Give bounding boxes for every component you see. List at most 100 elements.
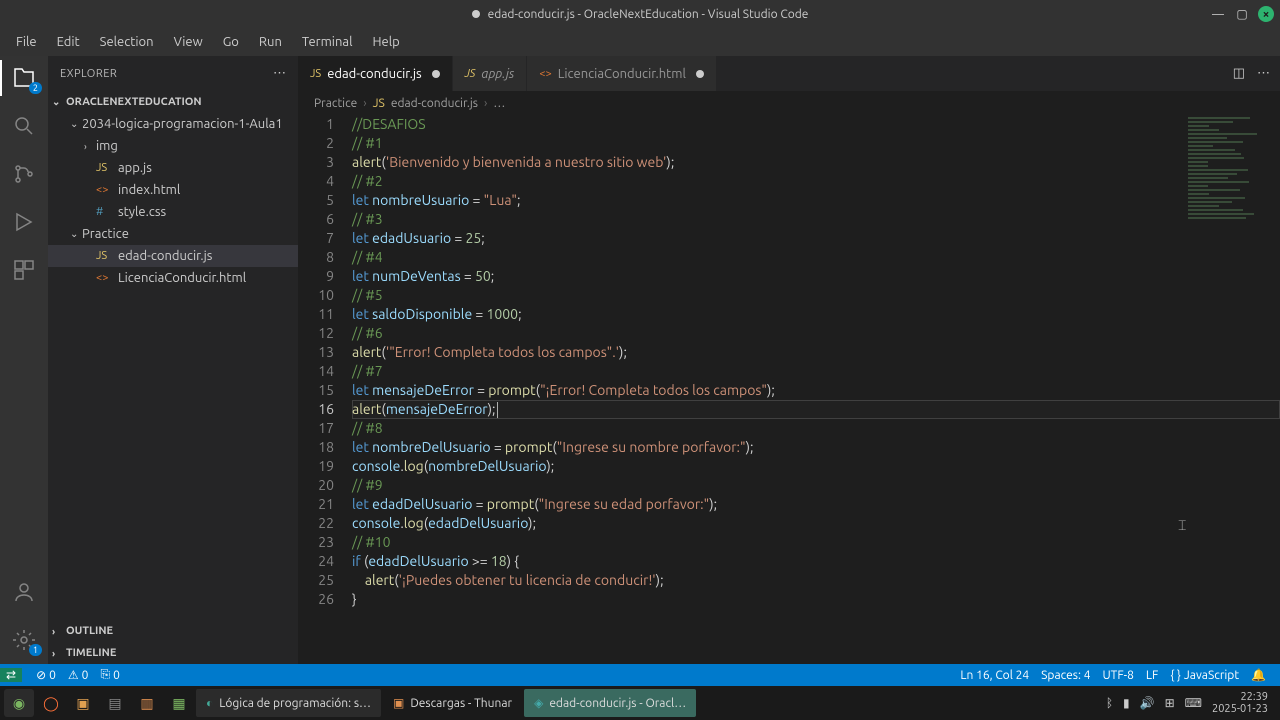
notifications-icon[interactable]: 🔔 xyxy=(1245,668,1272,682)
source-control-icon[interactable] xyxy=(10,160,38,188)
code-line[interactable]: // #5 xyxy=(352,286,1280,305)
network-icon[interactable]: ⊞ xyxy=(1165,696,1175,710)
ports-button[interactable]: ⎘ 0 xyxy=(94,668,125,682)
minimap[interactable] xyxy=(1180,115,1280,235)
indentation[interactable]: Spaces: 4 xyxy=(1035,669,1096,682)
tree-item[interactable]: ⌄Practice xyxy=(48,223,298,245)
menu-file[interactable]: File xyxy=(6,31,47,53)
code-line[interactable]: alert('¡Puedes obtener tu licencia de co… xyxy=(352,571,1280,590)
tree-item[interactable]: #style.css xyxy=(48,201,298,223)
eol[interactable]: LF xyxy=(1140,669,1164,682)
code-line[interactable]: } xyxy=(352,590,1280,609)
code-line[interactable]: console.log(edadDelUsuario); xyxy=(352,514,1280,533)
section-outline[interactable]: ›OUTLINE xyxy=(48,620,298,642)
editor-tab[interactable]: <>LicenciaConducir.html xyxy=(527,56,717,91)
taskbar-browser[interactable]: ◐Lógica de programación: s… xyxy=(196,689,381,717)
code-line[interactable]: // #6 xyxy=(352,324,1280,343)
files-icon[interactable]: ▣ xyxy=(68,689,98,717)
code-content[interactable]: //DESAFIOS// #1alert('Bienvenido y bienv… xyxy=(352,115,1280,664)
section-timeline[interactable]: ›TIMELINE xyxy=(48,642,298,664)
clock[interactable]: 22:39 2025-01-23 xyxy=(1212,691,1268,715)
file-tree: ⌄2034-logica-programacion-1-Aula1›imgJSa… xyxy=(48,113,298,620)
code-line[interactable]: console.log(nombreDelUsuario); xyxy=(352,457,1280,476)
explorer-icon[interactable]: 2 xyxy=(10,64,38,92)
tree-item[interactable]: ⌄2034-logica-programacion-1-Aula1 xyxy=(48,113,298,135)
code-line[interactable]: let numDeVentas = 50; xyxy=(352,267,1280,286)
code-line[interactable]: // #8 xyxy=(352,419,1280,438)
tree-item[interactable]: JSapp.js xyxy=(48,157,298,179)
breadcrumb-item[interactable]: edad-conducir.js xyxy=(391,97,478,110)
menu-edit[interactable]: Edit xyxy=(47,31,90,53)
language-mode[interactable]: { } JavaScript xyxy=(1164,669,1245,682)
breadcrumb-item[interactable]: … xyxy=(493,97,505,110)
code-line[interactable]: let saldoDisponible = 1000; xyxy=(352,305,1280,324)
js-icon: JS xyxy=(465,68,476,80)
minimize-button[interactable]: — xyxy=(1210,6,1226,22)
maximize-button[interactable]: ▢ xyxy=(1234,6,1250,22)
menu-go[interactable]: Go xyxy=(213,31,249,53)
terminal-icon[interactable]: ▤ xyxy=(100,689,130,717)
battery-icon[interactable]: ▮ xyxy=(1123,696,1130,710)
editor-tab[interactable]: JSedad-conducir.js xyxy=(298,56,453,91)
errors-button[interactable]: ⊘ 0 xyxy=(30,668,62,682)
code-line[interactable]: if (edadDelUsuario >= 18) { xyxy=(352,552,1280,571)
breadcrumb-item[interactable]: Practice xyxy=(314,97,357,110)
app-icon[interactable]: ▥ xyxy=(132,689,162,717)
keyboard-icon[interactable]: ⌨ xyxy=(1185,696,1202,710)
app-icon-2[interactable]: ▦ xyxy=(164,689,194,717)
project-root[interactable]: ⌄ ORACLENEXTEDUCATION xyxy=(48,91,298,113)
code-line[interactable]: alert('"Error! Completa todos los campos… xyxy=(352,343,1280,362)
tree-item[interactable]: JSedad-conducir.js xyxy=(48,245,298,267)
code-line[interactable]: // #4 xyxy=(352,248,1280,267)
tree-label: app.js xyxy=(118,161,152,175)
remote-button[interactable]: ⇄ xyxy=(0,668,22,682)
code-line[interactable]: let mensajeDeError = prompt("¡Error! Com… xyxy=(352,381,1280,400)
window-title: edad-conducir.js - OracleNextEducation -… xyxy=(488,8,809,21)
close-button[interactable]: × xyxy=(1258,6,1274,22)
code-line[interactable]: // #1 xyxy=(352,134,1280,153)
cursor-position[interactable]: Ln 16, Col 24 xyxy=(954,669,1035,682)
search-icon[interactable] xyxy=(10,112,38,140)
settings-icon[interactable]: 1 xyxy=(10,626,38,654)
menu-terminal[interactable]: Terminal xyxy=(292,31,363,53)
tree-item[interactable]: <>LicenciaConducir.html xyxy=(48,267,298,289)
code-line[interactable]: let nombreDelUsuario = prompt("Ingrese s… xyxy=(352,438,1280,457)
taskbar-files[interactable]: ▣Descargas - Thunar xyxy=(383,689,522,717)
warnings-button[interactable]: ⚠ 0 xyxy=(62,668,95,682)
volume-icon[interactable]: 🔊 xyxy=(1140,696,1155,710)
extensions-icon[interactable] xyxy=(10,256,38,284)
menu-selection[interactable]: Selection xyxy=(90,31,164,53)
modified-dot-icon xyxy=(472,10,480,18)
code-editor[interactable]: 1234567891011121314151617181920212223242… xyxy=(298,115,1280,664)
more-icon[interactable]: ⋯ xyxy=(1257,66,1270,81)
menu-run[interactable]: Run xyxy=(249,31,292,53)
code-line[interactable]: // #2 xyxy=(352,172,1280,191)
css-icon: # xyxy=(96,206,112,218)
code-line[interactable]: // #9 xyxy=(352,476,1280,495)
code-line[interactable]: alert('Bienvenido y bienvenida a nuestro… xyxy=(352,153,1280,172)
code-line[interactable]: let nombreUsuario = "Lua"; xyxy=(352,191,1280,210)
sidebar-more-icon[interactable]: ⋯ xyxy=(273,66,286,81)
firefox-icon[interactable]: ◯ xyxy=(36,689,66,717)
taskbar-vscode[interactable]: ◈edad-conducir.js - Oracl… xyxy=(524,689,696,717)
tree-label: edad-conducir.js xyxy=(118,249,212,263)
menu-help[interactable]: Help xyxy=(362,31,409,53)
breadcrumbs[interactable]: Practice › JS edad-conducir.js › … xyxy=(298,91,1280,115)
code-line[interactable]: //DESAFIOS xyxy=(352,115,1280,134)
code-line[interactable]: let edadUsuario = 25; xyxy=(352,229,1280,248)
run-debug-icon[interactable] xyxy=(10,208,38,236)
start-menu-icon[interactable]: ◉ xyxy=(4,689,34,717)
account-icon[interactable] xyxy=(10,578,38,606)
tree-item[interactable]: <>index.html xyxy=(48,179,298,201)
code-line[interactable]: alert(mensajeDeError); xyxy=(352,400,1280,419)
code-line[interactable]: // #10 xyxy=(352,533,1280,552)
code-line[interactable]: let edadDelUsuario = prompt("Ingrese su … xyxy=(352,495,1280,514)
encoding[interactable]: UTF-8 xyxy=(1096,669,1139,682)
menu-view[interactable]: View xyxy=(164,31,213,53)
tree-item[interactable]: ›img xyxy=(48,135,298,157)
split-editor-icon[interactable]: ◫ xyxy=(1233,66,1245,81)
code-line[interactable]: // #3 xyxy=(352,210,1280,229)
editor-tab[interactable]: JSapp.js xyxy=(453,56,528,91)
bluetooth-icon[interactable]: ᛒ xyxy=(1106,697,1113,710)
code-line[interactable]: // #7 xyxy=(352,362,1280,381)
